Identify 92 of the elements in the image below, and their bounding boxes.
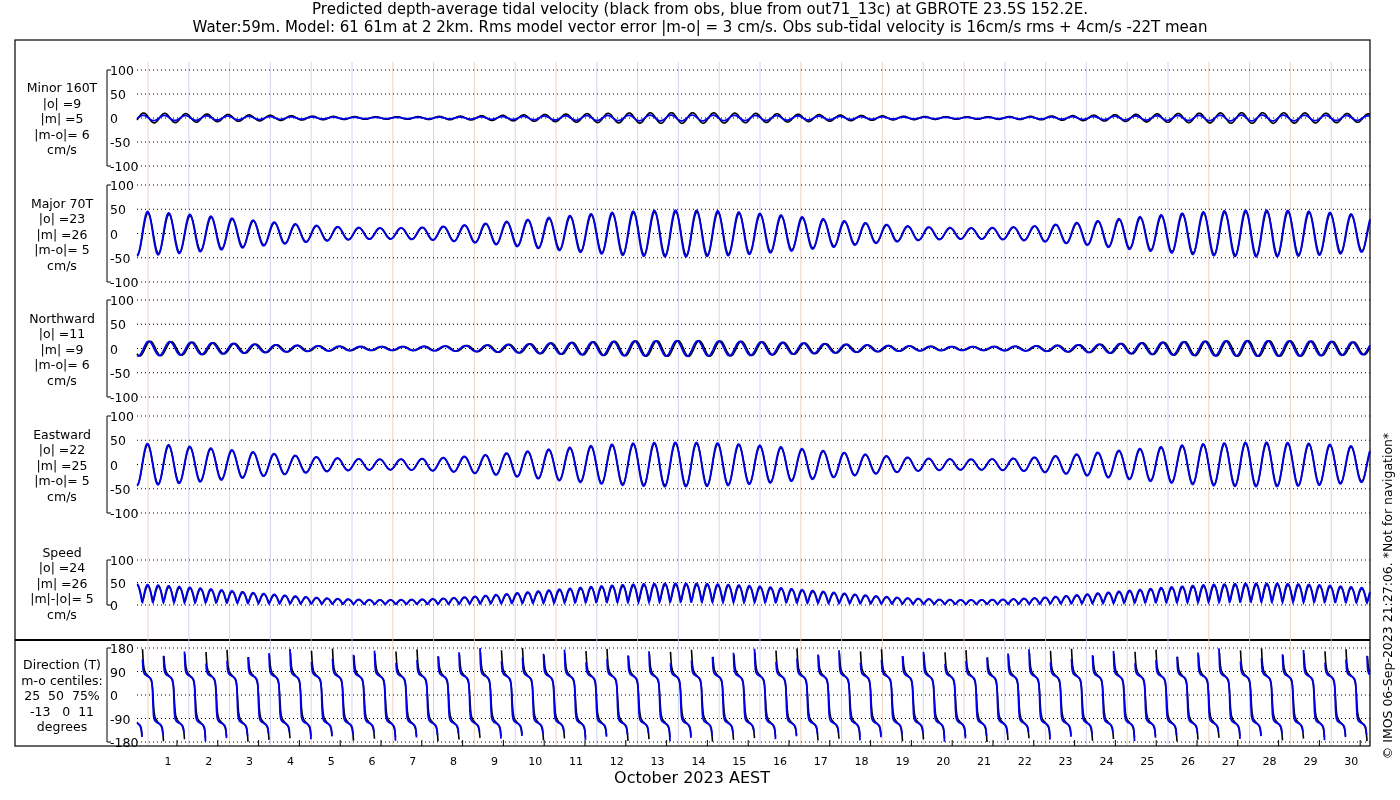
y-tick-label: 100 <box>110 553 134 568</box>
x-tick-label: 7 <box>409 755 417 768</box>
panel-label: |m-o|= 6 <box>34 357 90 372</box>
panel-label: Major 70T <box>30 195 94 211</box>
panel-label: |m| =5 <box>40 111 84 126</box>
panel-label: |m-o|= 6 <box>34 126 90 142</box>
x-tick-label: 11 <box>569 755 583 768</box>
x-tick-label: 21 <box>977 755 991 768</box>
x-tick-label: 19 <box>895 755 910 768</box>
y-tick-label: 50 <box>110 87 126 102</box>
panel-label: |m|-|o|= 5 <box>30 591 94 606</box>
x-tick-label: 3 <box>246 755 254 768</box>
y-tick-label: 0 <box>110 457 118 473</box>
chart-title: Predicted depth-average tidal velocity (black from obs, blue from out71_13c) at GBROTE 23.5S 152.2E. <box>312 0 1088 18</box>
x-tick-label: 26 <box>1181 755 1195 768</box>
x-tick-label: 23 <box>1058 755 1073 768</box>
y-tick-label: 50 <box>110 433 126 449</box>
panel-label: |o| =9 <box>42 95 82 111</box>
y-tick-label: -50 <box>110 481 131 497</box>
x-tick-label: 22 <box>1017 755 1032 768</box>
panel-label: |m-o|= 5 <box>34 473 90 488</box>
y-tick-label: 0 <box>110 341 118 357</box>
panel-label: |m-o|= 5 <box>34 242 90 257</box>
x-tick-label: 27 <box>1221 755 1236 768</box>
y-tick-label: 50 <box>110 202 126 218</box>
y-tick-label: 50 <box>110 575 126 591</box>
y-tick-label: 100 <box>110 63 134 78</box>
x-tick-label: 12 <box>609 755 624 768</box>
x-tick-label: 1 <box>164 755 172 768</box>
x-tick-label: 18 <box>854 755 869 768</box>
panel-label: |o| =11 <box>38 326 86 341</box>
y-tick-label: 50 <box>110 317 126 333</box>
panel-label: |m| =26 <box>36 575 88 591</box>
panel-label: Minor 160T <box>26 80 98 95</box>
x-tick-label: 17 <box>813 755 828 768</box>
panel-label: |o| =23 <box>38 211 86 226</box>
x-tick-label: 16 <box>773 755 787 768</box>
panel-label: Direction (T) <box>23 657 101 672</box>
x-tick-label: 25 <box>1140 755 1155 768</box>
chart-title: Water:59m. Model: 61 61m at 2 2km. Rms model vector error |m-o| = 3 cm/s. Obs sub-tidal velocity is 16cm/s rms + 4cm/s -22T mean <box>192 18 1208 36</box>
y-tick-label: 100 <box>110 178 134 193</box>
x-tick-label: 9 <box>490 755 498 768</box>
y-tick-label: -100 <box>110 159 139 174</box>
panel-label: m-o centiles: <box>21 672 103 688</box>
copyright-note: © IMOS 06-Sep-2023 21:27:06. *Not for navigation* <box>1380 432 1395 760</box>
y-tick-label: -50 <box>110 250 131 266</box>
panel-label: cm/s <box>47 142 77 157</box>
x-tick-label: 8 <box>450 755 458 768</box>
y-tick-label: -50 <box>110 135 131 150</box>
panel-label: cm/s <box>47 488 77 504</box>
y-tick-label: -100 <box>110 275 139 290</box>
x-tick-label: 28 <box>1262 755 1277 768</box>
x-tick-label: 13 <box>650 755 665 768</box>
panel-label: |o| =22 <box>38 442 86 457</box>
y-tick-label: -50 <box>110 365 131 381</box>
x-tick-label: 5 <box>327 755 335 768</box>
panel-label: |m| =26 <box>36 226 88 242</box>
panel-label: Eastward <box>33 426 91 442</box>
y-tick-label: 180 <box>110 641 134 656</box>
x-tick-label: 24 <box>1099 755 1114 768</box>
y-tick-label: 100 <box>110 409 134 424</box>
panel-label: degrees <box>36 719 88 734</box>
x-tick-label: 6 <box>368 755 376 768</box>
panel-label: cm/s <box>47 606 77 622</box>
x-tick-label: 2 <box>205 755 213 768</box>
y-tick-label: -100 <box>110 506 139 521</box>
panel-label: cm/s <box>47 257 77 273</box>
panel-label: |m| =25 <box>36 457 88 473</box>
y-tick-label: 0 <box>110 226 118 242</box>
y-tick-label: 0 <box>110 688 118 703</box>
y-tick-label: 0 <box>110 598 118 613</box>
y-tick-label: -90 <box>110 711 131 727</box>
x-tick-label: 10 <box>528 755 543 768</box>
x-tick-label: 20 <box>936 755 951 768</box>
panel-label: |o| =24 <box>38 560 86 575</box>
x-tick-label: 15 <box>732 755 747 768</box>
x-tick-label: 29 <box>1303 755 1318 768</box>
y-tick-label: 90 <box>110 664 126 680</box>
panel-label: |m| =9 <box>40 341 84 357</box>
panel-label: 25 50 75% <box>24 688 100 703</box>
panel-label: Speed <box>42 544 82 560</box>
panel-label: Northward <box>29 310 95 326</box>
y-tick-label: 100 <box>110 293 134 308</box>
x-tick-label: 30 <box>1344 755 1359 768</box>
y-tick-label: -100 <box>110 390 139 405</box>
panel-label: -13 0 11 <box>29 703 95 719</box>
x-tick-label: 4 <box>286 755 294 768</box>
y-tick-label: 0 <box>110 111 118 126</box>
x-axis-title: October 2023 AEST <box>614 768 770 787</box>
x-tick-label: 14 <box>691 755 706 768</box>
panel-label: cm/s <box>47 372 77 388</box>
y-axis-line <box>106 559 112 606</box>
